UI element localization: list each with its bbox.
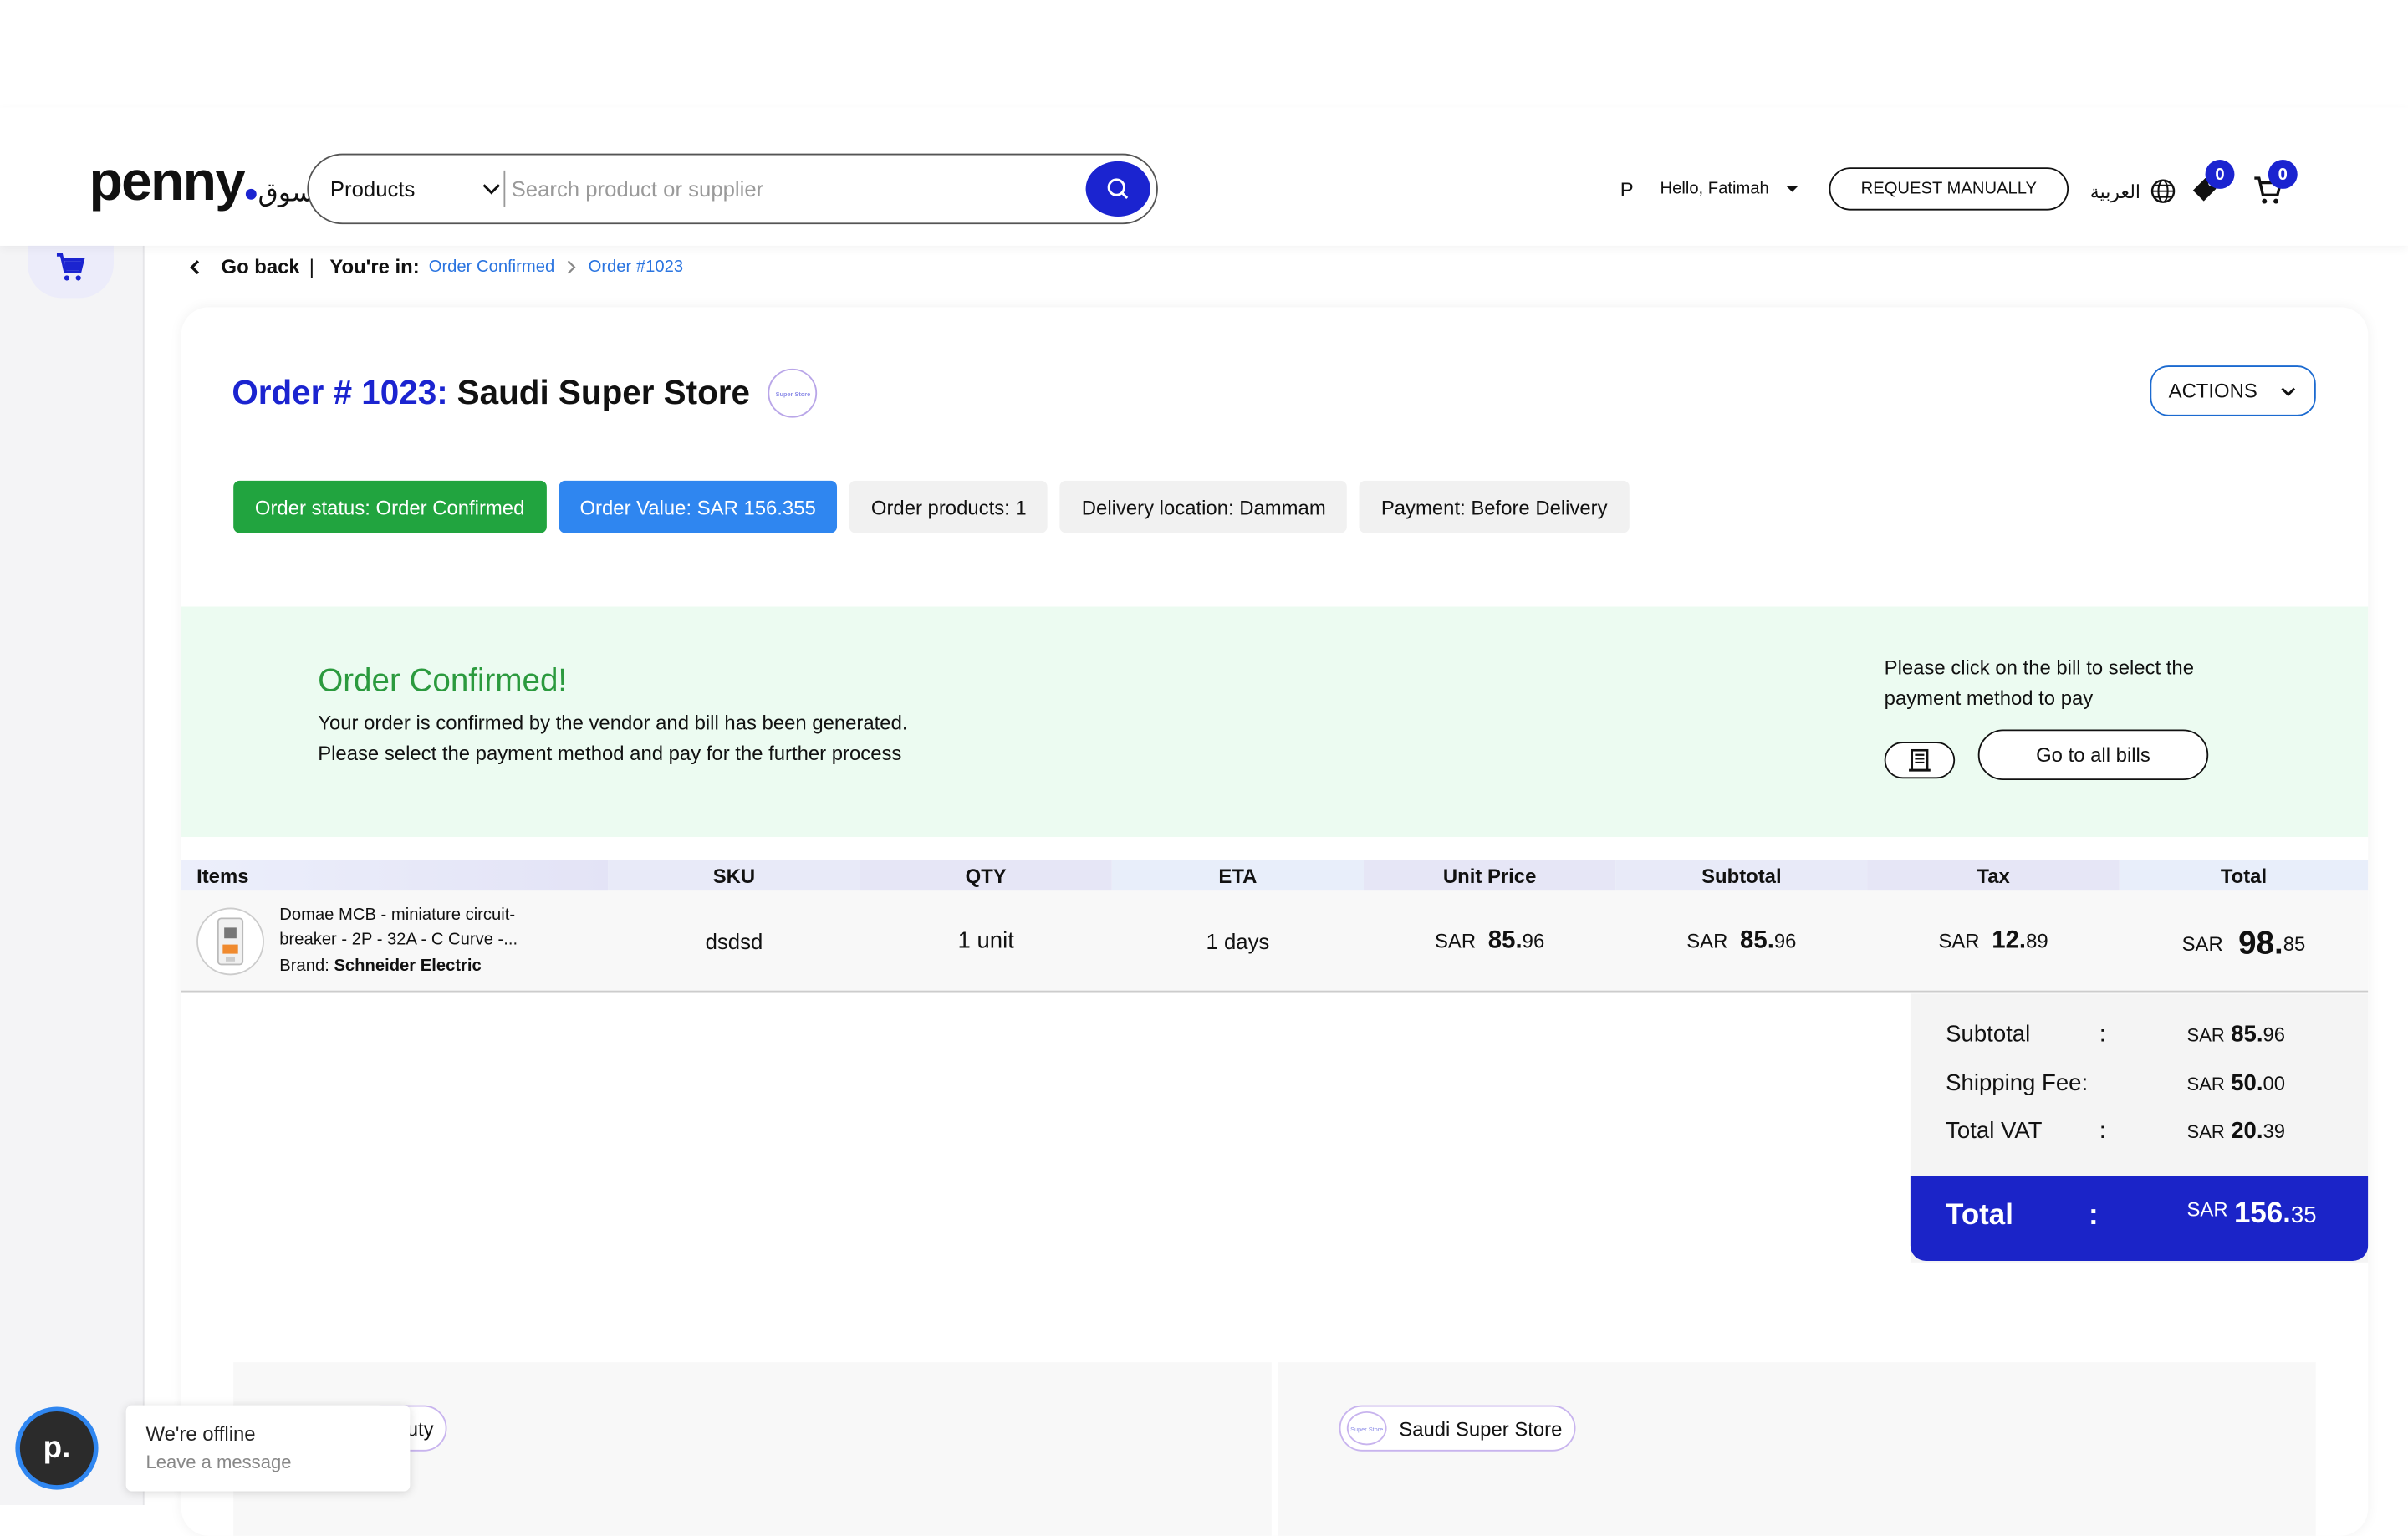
summary-subtotal: Subtotal : SAR 85.96	[1946, 1021, 2286, 1048]
items-table-header: Items SKU QTY ETA Unit Price Subtotal Ta…	[181, 860, 2369, 891]
tax-cell: SAR 12. 89	[1938, 926, 2048, 953]
confirmed-message: Your order is confirmed by the vendor an…	[318, 708, 907, 769]
order-card: Order # 1023: Saudi Super Store Super St…	[181, 307, 2369, 1536]
chevron-left-icon[interactable]	[187, 258, 202, 276]
order-confirmed-banner: Order Confirmed! Your order is confirmed…	[181, 606, 2369, 838]
delivery-location-chip: Delivery location: Dammam	[1060, 480, 1348, 533]
vendor-pill-right[interactable]: Super Store Saudi Super Store	[1339, 1405, 1576, 1452]
search-bar: Products	[307, 153, 1158, 225]
breadcrumb: Go back | You're in: Order Confirmed Ord…	[187, 255, 683, 278]
col-eta: ETA	[1111, 860, 1365, 891]
order-value-chip: Order Value: SAR 156.355	[558, 480, 838, 533]
request-manually-button[interactable]: REQUEST MANUALLY	[1829, 167, 2069, 211]
search-input[interactable]	[511, 167, 1080, 211]
product-brand: Brand: Schneider Electric	[279, 956, 482, 975]
cart-button[interactable]: 0	[2252, 160, 2298, 213]
chevron-down-icon	[482, 184, 500, 195]
breadcrumb-separator: |	[309, 254, 314, 278]
col-qty: QTY	[860, 860, 1112, 891]
language-switcher[interactable]: العربية	[2090, 178, 2176, 204]
actions-label: ACTIONS	[2168, 379, 2258, 403]
col-items: Items	[181, 860, 609, 891]
col-sku: SKU	[608, 860, 860, 891]
product-info: Domae MCB - miniature circuit- breaker -…	[279, 903, 518, 979]
brand-name: Schneider Electric	[334, 956, 482, 975]
bill-note: Please click on the bill to select the p…	[1884, 656, 2194, 710]
actions-dropdown[interactable]: ACTIONS	[2150, 365, 2316, 416]
col-tax: Tax	[1867, 860, 2120, 891]
user-initial: P	[1620, 178, 1634, 202]
chat-offline-box[interactable]: We're offline Leave a message	[125, 1405, 411, 1492]
vendor-panel-right: Super Store Saudi Super Store	[1278, 1362, 2316, 1536]
subtotal-cell: SAR 85. 96	[1686, 926, 1797, 953]
total-value: SAR 156.35	[2186, 1197, 2317, 1231]
summary-vat: Total VAT : SAR 20.39	[1946, 1118, 2286, 1145]
product-thumbnail	[196, 906, 264, 975]
unit-price-cell: SAR 85. 96	[1434, 926, 1545, 953]
total-cell: SAR 98. 85	[2181, 925, 2306, 961]
search-category-label: Products	[329, 176, 416, 202]
wishlist-count-badge: 0	[2205, 160, 2235, 189]
chat-launcher-button[interactable]: p.	[15, 1406, 99, 1490]
penny-logo[interactable]: penny سوق	[89, 149, 314, 212]
col-subtotal: Subtotal	[1615, 860, 1868, 891]
user-greeting: Hello, Fatimah	[1660, 179, 1769, 198]
chat-status: We're offline	[145, 1421, 256, 1446]
search-icon	[1107, 178, 1129, 199]
bill-button[interactable]	[1884, 742, 1956, 779]
sku-cell: dsdsd	[705, 928, 763, 953]
order-status-chip: Order status: Order Confirmed	[233, 480, 547, 533]
breadcrumb-order-confirmed[interactable]: Order Confirmed	[429, 258, 554, 276]
left-sidebar	[0, 236, 145, 1506]
store-name: Saudi Super Store	[457, 373, 750, 412]
item-cell: Domae MCB - miniature circuit- breaker -…	[181, 890, 609, 991]
product-name-line-2[interactable]: breaker - 2P - 32A - C Curve -...	[279, 928, 518, 953]
chat-leave-message[interactable]: Leave a message	[145, 1452, 410, 1473]
confirmed-line-1: Your order is confirmed by the vendor an…	[318, 711, 908, 734]
total-label: Total	[1946, 1199, 2013, 1232]
go-back-link[interactable]: Go back	[221, 255, 299, 278]
order-number: Order # 1023:	[232, 373, 448, 412]
chevron-down-icon	[2281, 386, 2295, 396]
user-menu[interactable]: Hello, Fatimah	[1661, 180, 1800, 198]
col-unit-price: Unit Price	[1364, 860, 1616, 891]
search-divider	[503, 170, 506, 207]
col-total: Total	[2119, 860, 2369, 891]
vendor-name: Saudi Super Store	[1399, 1416, 1563, 1440]
confirmed-line-2: Please select the payment method and pay…	[318, 742, 902, 765]
logo-dot	[245, 188, 257, 200]
top-header: penny سوق Products P Hello, Fatimah REQU…	[0, 107, 2408, 246]
confirmed-title: Order Confirmed!	[318, 663, 568, 699]
chevron-right-icon	[567, 259, 576, 273]
search-button[interactable]	[1085, 161, 1150, 217]
order-info-chips: Order status: Order Confirmed Order Valu…	[233, 480, 1630, 533]
language-label: العربية	[2089, 180, 2141, 202]
order-products-chip: Order products: 1	[849, 480, 1048, 533]
order-title: Order # 1023: Saudi Super Store Super St…	[232, 368, 818, 418]
wishlist-button[interactable]: 0	[2190, 160, 2235, 213]
cart-icon	[56, 253, 85, 281]
breadcrumb-order-number[interactable]: Order #1023	[589, 258, 683, 276]
eta-cell: 1 days	[1206, 928, 1270, 953]
product-name-line-1[interactable]: Domae MCB - miniature circuit-	[279, 903, 518, 928]
caret-down-icon	[1785, 186, 1798, 192]
payment-chip: Payment: Before Delivery	[1360, 480, 1630, 533]
table-row[interactable]: Domae MCB - miniature circuit- breaker -…	[181, 890, 2369, 993]
receipt-icon	[1909, 748, 1931, 772]
search-category-select[interactable]: Products	[330, 156, 503, 223]
logo-text: penny	[89, 149, 246, 212]
total-colon: :	[2088, 1199, 2099, 1232]
qty-cell: 1 unit	[957, 927, 1014, 954]
go-to-all-bills-button[interactable]: Go to all bills	[1977, 729, 2209, 781]
store-logo: Super Store	[768, 368, 818, 418]
store-mini-logo: Super Store	[1346, 1411, 1387, 1446]
logo-arabic: سوق	[258, 178, 314, 207]
circuit-breaker-image	[217, 916, 244, 965]
summary-total: Total : SAR 156.35	[1910, 1176, 2369, 1261]
summary-shipping: Shipping Fee: SAR 50.00	[1946, 1070, 2286, 1097]
cart-count-badge: 0	[2268, 160, 2298, 189]
breadcrumb-you-are-in: You're in:	[329, 254, 420, 278]
globe-icon	[2150, 179, 2175, 203]
